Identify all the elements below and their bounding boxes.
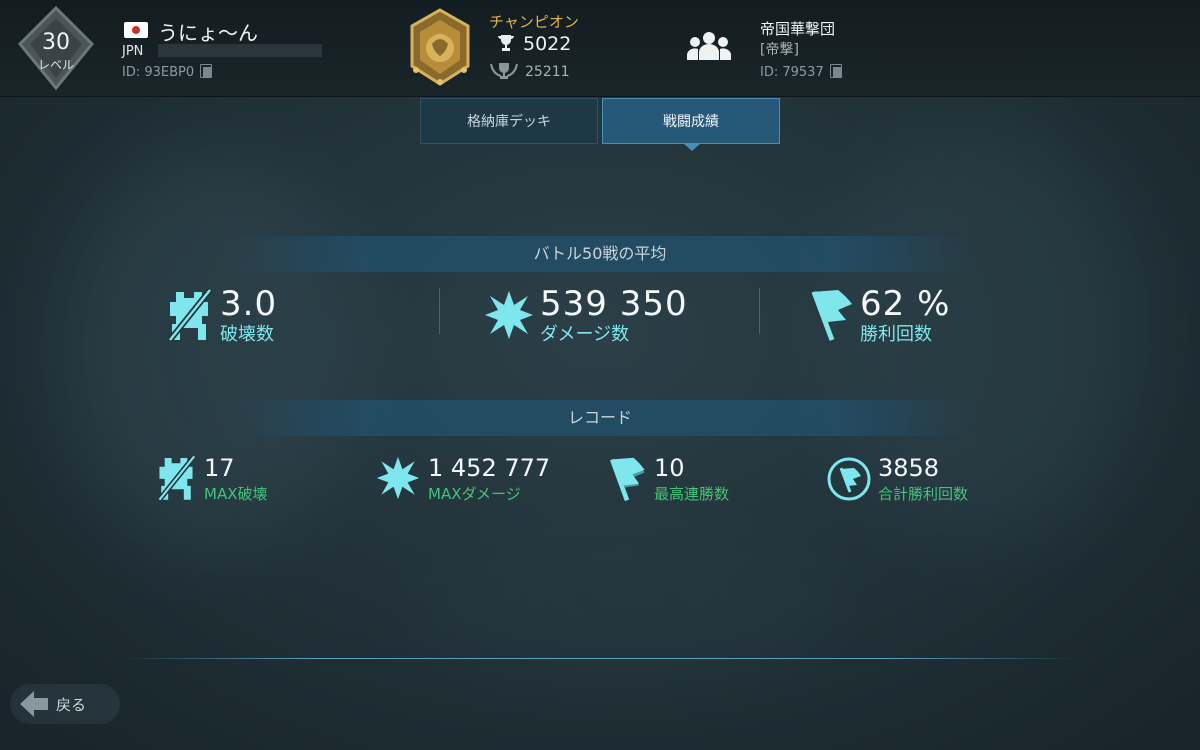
robot-destroyed-icon bbox=[167, 288, 212, 342]
clan-tag: [帝撃] bbox=[760, 42, 799, 58]
max-trophy-icon bbox=[490, 63, 518, 79]
level-label: レベル bbox=[37, 58, 74, 72]
avg-kills-value: 3.0 bbox=[220, 284, 278, 324]
avg-winrate-label: 勝利回数 bbox=[860, 324, 932, 345]
total-wins-label: 合計勝利回数 bbox=[878, 485, 969, 503]
stat-divider bbox=[759, 288, 760, 334]
max-damage-label: MAXダメージ bbox=[428, 485, 521, 503]
clan-id: ID: 79537 bbox=[760, 64, 842, 80]
copy-icon[interactable] bbox=[829, 64, 842, 78]
clan-members-icon bbox=[687, 32, 731, 60]
level-badge: 30 レベル bbox=[14, 4, 98, 92]
trophy-count: 5022 bbox=[497, 33, 571, 55]
max-kills-label: MAX破壊 bbox=[204, 485, 268, 503]
average-section-title: バトル50戦の平均 bbox=[230, 236, 970, 272]
level-number: 30 bbox=[42, 30, 70, 55]
win-streak-value: 10 bbox=[654, 454, 685, 482]
tab-battle-stats[interactable]: 戦闘成績 bbox=[602, 98, 780, 151]
avg-winrate-value: 62 % bbox=[860, 284, 951, 324]
total-wins-flag-icon bbox=[827, 457, 871, 501]
stat-divider bbox=[439, 288, 440, 334]
win-streak-label: 最高連勝数 bbox=[654, 485, 730, 503]
player-subtitle-bar bbox=[158, 44, 322, 57]
victory-flag-icon bbox=[811, 290, 852, 341]
max-trophy-value: 25211 bbox=[525, 64, 570, 80]
player-header: 30 レベル うにょ〜ん JPN ID: 93EBP0 チャンピオン 5022 … bbox=[0, 0, 1200, 97]
back-button[interactable]: 戻る bbox=[10, 684, 120, 724]
trophy-icon bbox=[498, 35, 514, 51]
max-damage-value: 1 452 777 bbox=[428, 454, 551, 482]
copy-icon[interactable] bbox=[200, 64, 213, 78]
league-emblem-icon[interactable] bbox=[404, 8, 476, 88]
explosion-icon bbox=[376, 456, 420, 500]
background-blur bbox=[420, 520, 840, 680]
clan-id-text: ID: 79537 bbox=[760, 65, 824, 80]
flag-jp-icon bbox=[124, 22, 148, 38]
player-id: ID: 93EBP0 bbox=[122, 64, 213, 80]
player-id-text: ID: 93EBP0 bbox=[122, 65, 195, 80]
avg-damage-value: 539 350 bbox=[540, 284, 688, 324]
explosion-icon bbox=[485, 291, 533, 339]
trophy-value: 5022 bbox=[523, 33, 572, 55]
avg-kills-label: 破壊数 bbox=[220, 324, 274, 345]
tab-hangar-deck[interactable]: 格納庫デッキ bbox=[420, 98, 598, 144]
back-label: 戻る bbox=[56, 696, 87, 714]
player-name[interactable]: うにょ〜ん bbox=[158, 17, 258, 46]
total-wins-value: 3858 bbox=[878, 454, 940, 482]
league-rank: チャンピオン bbox=[489, 13, 579, 31]
clan-name[interactable]: 帝国華撃団 bbox=[760, 18, 835, 39]
avg-damage-label: ダメージ数 bbox=[540, 324, 630, 345]
records-section-title: レコード bbox=[230, 400, 970, 436]
max-trophy-count: 25211 bbox=[489, 62, 570, 80]
win-streak-flag-icon bbox=[610, 457, 645, 502]
max-kills-value: 17 bbox=[204, 454, 235, 482]
back-arrow-icon bbox=[20, 691, 48, 717]
player-country: JPN bbox=[122, 44, 144, 59]
bottom-divider bbox=[120, 658, 1080, 659]
robot-destroyed-icon bbox=[157, 454, 196, 502]
